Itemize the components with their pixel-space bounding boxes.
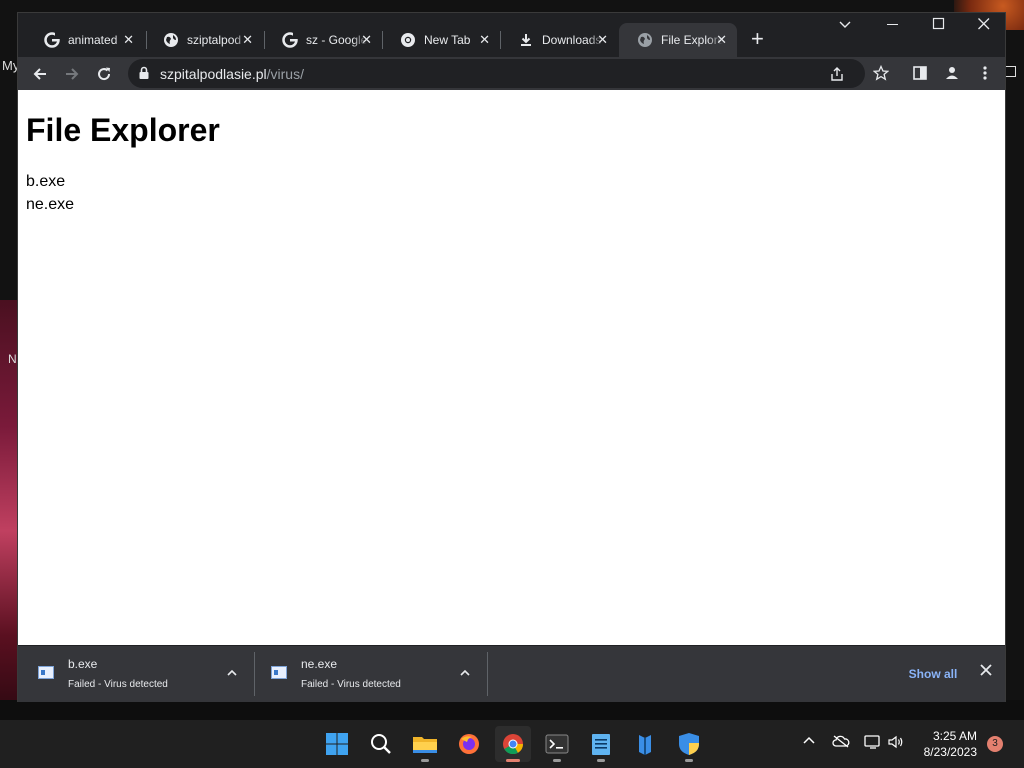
file-icon bbox=[38, 666, 54, 679]
clock[interactable]: 3:25 AM 8/23/2023 bbox=[917, 728, 977, 760]
windows-start-icon[interactable] bbox=[319, 726, 355, 762]
running-indicator bbox=[421, 759, 429, 762]
download-item[interactable]: b.exe Failed - Virus detected bbox=[38, 652, 248, 696]
google-icon bbox=[282, 32, 298, 48]
back-button[interactable] bbox=[27, 61, 53, 87]
notepad-icon[interactable] bbox=[583, 726, 619, 762]
file-icon bbox=[271, 666, 287, 679]
download-filename: ne.exe bbox=[301, 657, 338, 671]
divider bbox=[254, 652, 255, 696]
share-icon[interactable] bbox=[828, 65, 846, 83]
network-icon[interactable] bbox=[864, 734, 882, 753]
tab-title: sz - Google bbox=[306, 33, 368, 47]
tab[interactable]: sz - Google ✕ bbox=[264, 23, 382, 57]
app-icon[interactable] bbox=[627, 726, 663, 762]
volume-icon[interactable] bbox=[887, 734, 905, 753]
download-status: Failed - Virus detected bbox=[68, 679, 168, 690]
running-indicator bbox=[685, 759, 693, 762]
clock-time: 3:25 AM bbox=[932, 729, 977, 743]
reload-button[interactable] bbox=[91, 61, 117, 87]
onedrive-icon[interactable] bbox=[832, 734, 850, 751]
running-indicator bbox=[597, 759, 605, 762]
tab-title: File Explorer bbox=[661, 33, 723, 47]
download-shelf: b.exe Failed - Virus detected ne.exe Fai… bbox=[18, 646, 1005, 702]
tab-title: New Tab bbox=[424, 33, 471, 47]
tab-title: Downloads bbox=[542, 33, 602, 47]
tab-title: sziptalpod bbox=[187, 33, 242, 47]
windows-security-icon[interactable] bbox=[671, 726, 707, 762]
close-icon[interactable]: ✕ bbox=[597, 32, 608, 48]
close-icon[interactable]: ✕ bbox=[479, 32, 490, 48]
file-list: b.exe ne.exe bbox=[26, 170, 74, 216]
tab-title: animated bbox=[68, 33, 118, 47]
search-icon[interactable] bbox=[363, 726, 399, 762]
download-icon bbox=[518, 32, 534, 48]
chevron-up-icon[interactable] bbox=[226, 666, 238, 682]
globe-icon bbox=[637, 32, 653, 48]
chrome-icon[interactable] bbox=[495, 726, 531, 762]
running-indicator bbox=[553, 759, 561, 762]
list-item[interactable]: b.exe bbox=[26, 170, 74, 193]
download-item[interactable]: ne.exe Failed - Virus detected bbox=[271, 652, 481, 696]
page-content: File Explorer b.exe ne.exe bbox=[18, 90, 1005, 645]
tab-strip: animated ✕ sziptalpod ✕ sz - Google ✕ Ne… bbox=[18, 13, 1005, 57]
browser-window: animated ✕ sziptalpod ✕ sz - Google ✕ Ne… bbox=[17, 12, 1006, 702]
tab[interactable]: animated ✕ bbox=[26, 23, 144, 57]
url-path: /virus/ bbox=[266, 66, 304, 82]
chevron-up-icon[interactable] bbox=[802, 734, 816, 751]
tab[interactable]: sziptalpod ✕ bbox=[145, 23, 263, 57]
minimize-button[interactable] bbox=[886, 17, 900, 34]
profile-icon[interactable] bbox=[941, 62, 963, 84]
globe-icon bbox=[163, 32, 179, 48]
terminal-icon[interactable] bbox=[539, 726, 575, 762]
chrome-icon bbox=[400, 32, 416, 48]
bookmark-star-icon[interactable] bbox=[870, 62, 892, 84]
notification-badge[interactable]: 3 bbox=[987, 736, 1003, 752]
google-icon bbox=[44, 32, 60, 48]
new-tab-button[interactable]: + bbox=[751, 27, 764, 51]
show-all-button[interactable]: Show all bbox=[898, 660, 968, 688]
forward-button[interactable] bbox=[59, 61, 85, 87]
url-host: szpitalpodlasie.pl bbox=[160, 66, 267, 82]
close-icon[interactable]: ✕ bbox=[123, 32, 134, 48]
close-icon[interactable]: ✕ bbox=[361, 32, 372, 48]
maximize-button[interactable] bbox=[932, 17, 946, 34]
close-icon[interactable]: ✕ bbox=[716, 32, 727, 48]
firefox-icon[interactable] bbox=[451, 726, 487, 762]
browser-toolbar: szpitalpodlasie.pl/virus/ bbox=[18, 57, 1005, 90]
page-title: File Explorer bbox=[26, 112, 220, 148]
tab[interactable]: Downloads ✕ bbox=[500, 23, 618, 57]
running-indicator bbox=[506, 759, 520, 762]
side-panel-icon[interactable] bbox=[909, 62, 931, 84]
file-explorer-icon[interactable] bbox=[407, 726, 443, 762]
tab[interactable]: New Tab ✕ bbox=[382, 23, 500, 57]
divider bbox=[487, 652, 488, 696]
close-icon[interactable]: ✕ bbox=[242, 32, 253, 48]
download-filename: b.exe bbox=[68, 657, 98, 671]
chevron-up-icon[interactable] bbox=[459, 666, 471, 682]
window-restore-icon[interactable] bbox=[1005, 66, 1016, 77]
taskbar: 3:25 AM 8/23/2023 bbox=[0, 720, 1024, 768]
close-window-button[interactable] bbox=[977, 17, 991, 34]
close-shelf-button[interactable] bbox=[980, 662, 992, 682]
desktop-label[interactable]: N bbox=[8, 352, 17, 366]
more-menu-icon[interactable] bbox=[974, 62, 996, 84]
tab-active[interactable]: File Explorer ✕ bbox=[619, 23, 737, 57]
tab-search-icon[interactable] bbox=[838, 17, 852, 34]
list-item[interactable]: ne.exe bbox=[26, 193, 74, 216]
clock-date: 8/23/2023 bbox=[923, 745, 977, 759]
url-text[interactable]: szpitalpodlasie.pl/virus/ bbox=[160, 66, 304, 82]
download-status: Failed - Virus detected bbox=[301, 679, 401, 690]
lock-icon[interactable] bbox=[138, 66, 150, 85]
address-bar[interactable]: szpitalpodlasie.pl/virus/ bbox=[128, 59, 865, 88]
wallpaper-band bbox=[0, 700, 1024, 720]
